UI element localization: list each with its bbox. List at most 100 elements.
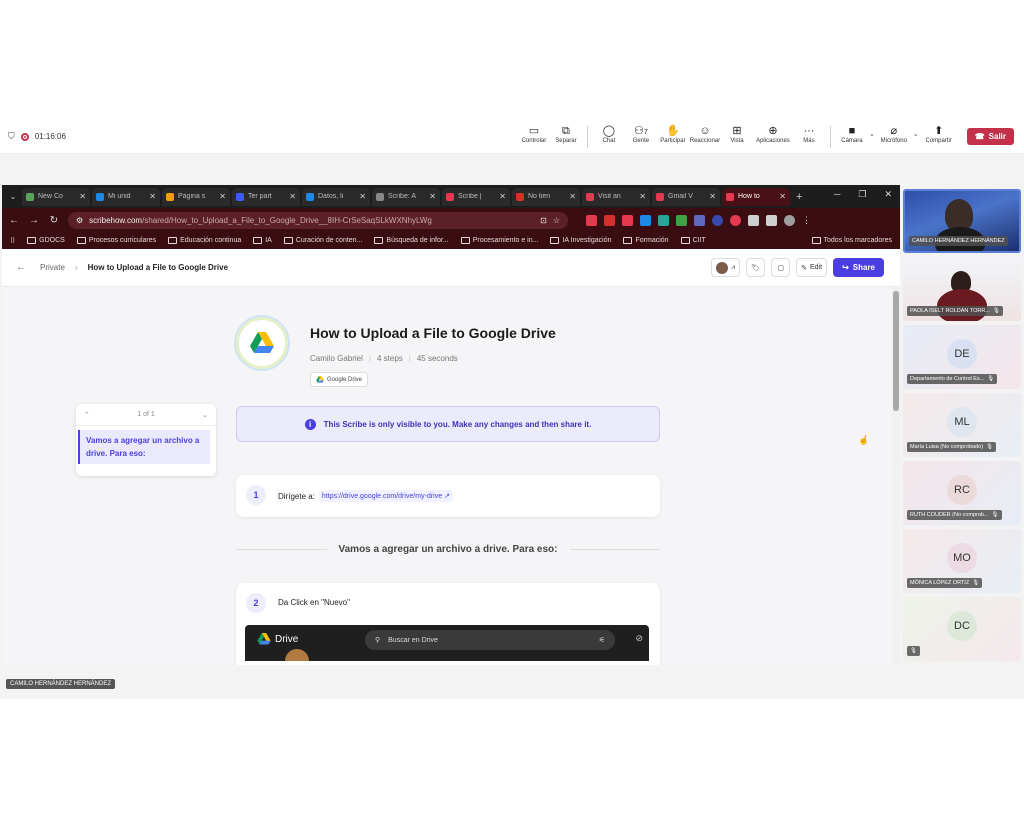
page-scrollbar[interactable]	[892, 287, 900, 665]
forward-arrow-icon[interactable]: →	[28, 215, 40, 226]
share-screen-button[interactable]: ⬆ Compartir	[921, 124, 957, 144]
browser-tab[interactable]: Página s ✕	[162, 187, 230, 206]
site-info-icon[interactable]: ⚙	[76, 216, 83, 225]
raise-hand-button[interactable]: ✋ Participar	[658, 124, 688, 144]
extension-icon[interactable]	[586, 214, 597, 226]
apps-grid-icon[interactable]: ⠿	[10, 237, 15, 245]
bookmark-item[interactable]: Curación de conten...	[283, 237, 362, 244]
browser-tab[interactable]: Visit an ✕	[582, 187, 650, 206]
close-tab-icon[interactable]: ✕	[569, 192, 576, 201]
menu-dots-icon[interactable]: ⋮	[802, 215, 811, 226]
extension-icon[interactable]	[712, 214, 723, 226]
reload-icon[interactable]: ↻	[48, 215, 60, 226]
step-number: 2	[246, 593, 266, 613]
recording-icon	[20, 132, 29, 141]
minimize-icon[interactable]: ─	[834, 189, 840, 200]
bookmark-item[interactable]: Educación continua	[168, 237, 241, 244]
breadcrumb-private[interactable]: Private	[40, 263, 65, 272]
step-link[interactable]: https://drive.google.com/drive/my-drive …	[318, 490, 453, 502]
bookmark-item[interactable]: Formación	[623, 237, 669, 244]
extension-icon[interactable]	[604, 214, 615, 226]
collaborators-button[interactable]: ⩘	[711, 258, 741, 277]
apps-button[interactable]: ⊕ Aplicaciones	[754, 124, 792, 144]
close-tab-icon[interactable]: ✕	[779, 192, 786, 201]
close-tab-icon[interactable]: ✕	[429, 192, 436, 201]
camera-options-chevron-icon[interactable]: ⌄	[869, 130, 875, 138]
back-arrow-icon[interactable]: ←	[16, 262, 26, 273]
scrollbar-thumb[interactable]	[893, 291, 899, 411]
participant-tile[interactable]: RC RUTH COUDER (No comprob... 🎙	[903, 461, 1021, 525]
bookmark-item[interactable]: Búsqueda de infor...	[374, 237, 449, 244]
extension-icon[interactable]	[730, 214, 741, 226]
participant-tile[interactable]: MO MÓNICA LÓPEZ ORTIZ 🎙	[903, 529, 1021, 593]
puzzle-icon[interactable]	[748, 214, 759, 226]
mic-options-chevron-icon[interactable]: ⌄	[913, 130, 919, 138]
extension-icon[interactable]	[694, 214, 705, 226]
restore-icon[interactable]: ❐	[858, 189, 866, 200]
browser-tab[interactable]: Scribe: A ✕	[372, 187, 440, 206]
step-number: 1	[246, 485, 266, 505]
chat-button[interactable]: ◯ Chat	[594, 124, 624, 144]
bookmark-item[interactable]: IA	[253, 237, 272, 244]
bookmark-button[interactable]: 🏷	[746, 258, 766, 277]
translate-icon[interactable]: ⊡	[540, 216, 547, 225]
bookmark-item[interactable]: Procesamiento e in...	[460, 237, 538, 244]
browser-tab[interactable]: Datos, li ✕	[302, 187, 370, 206]
bookmark-item[interactable]: GDOCS	[27, 237, 65, 244]
browser-tab[interactable]: Gmail V ✕	[652, 187, 720, 206]
people-button[interactable]: ⚇7 Gente	[626, 124, 656, 144]
tag-chip[interactable]: Google Drive	[310, 372, 369, 387]
url-field[interactable]: ⚙ scribehow.com/shared/How_to_Upload_a_F…	[68, 211, 568, 229]
tab-search-chevron-icon[interactable]: ⌄	[6, 192, 20, 201]
close-window-icon[interactable]: ✕	[884, 189, 892, 200]
chevron-up-icon[interactable]: ⌃	[84, 411, 90, 419]
extension-icon[interactable]	[658, 214, 669, 226]
browser-tab[interactable]: Ter part ✕	[232, 187, 300, 206]
close-tab-icon[interactable]: ✕	[219, 192, 226, 201]
browser-tab[interactable]: Mi unid ✕	[92, 187, 160, 206]
extension-icon[interactable]	[640, 214, 651, 226]
view-button[interactable]: ⊞ Vista	[722, 124, 752, 144]
bookmark-star-icon[interactable]: ☆	[553, 216, 560, 225]
participant-tile[interactable]: ML María Luisa (No comprobado) 🎙	[903, 393, 1021, 457]
browser-tab[interactable]: No tien ✕	[512, 187, 580, 206]
share-button[interactable]: ↪ Share	[833, 258, 884, 277]
new-tab-button[interactable]: +	[796, 191, 802, 203]
participant-tile[interactable]: CAMILO HERNÁNDEZ HERNÁNDEZ	[903, 189, 1021, 253]
bookmark-item[interactable]: CIIT	[680, 237, 706, 244]
close-tab-icon[interactable]: ✕	[149, 192, 156, 201]
camera-off-icon: ■	[848, 125, 856, 137]
browser-tab[interactable]: New Co ✕	[22, 187, 90, 206]
back-arrow-icon[interactable]: ←	[8, 215, 20, 226]
control-button[interactable]: ▭ Controlar	[519, 124, 549, 144]
participant-tile[interactable]: PAOLA ISELT ROLDÁN TORR... 🎙	[903, 257, 1021, 321]
close-tab-icon[interactable]: ✕	[499, 192, 506, 201]
participant-tile[interactable]: DC 🎙	[903, 597, 1021, 661]
extension-icon[interactable]	[622, 214, 633, 226]
extension-icon[interactable]	[676, 214, 687, 226]
participant-tile[interactable]: DE Departamento de Control Es... 🎙	[903, 325, 1021, 389]
popout-button[interactable]: ⧉ Separar	[551, 124, 581, 144]
chevron-down-icon[interactable]: ⌄	[202, 411, 208, 419]
react-button[interactable]: ☺ Reaccionar	[690, 124, 720, 144]
all-bookmarks-button[interactable]: Todos los marcadores	[811, 237, 892, 244]
divider	[236, 549, 327, 550]
close-tab-icon[interactable]: ✕	[289, 192, 296, 201]
comment-button[interactable]: ▢	[771, 258, 791, 277]
leave-button[interactable]: ☎ Salir	[966, 128, 1014, 145]
edit-button[interactable]: ✎ Edit	[796, 258, 828, 277]
toc-item[interactable]: Vamos a agregar un archivo a drive. Para…	[78, 430, 210, 464]
close-tab-icon[interactable]: ✕	[79, 192, 86, 201]
sidebar-icon[interactable]	[766, 214, 777, 226]
camera-button[interactable]: ■ Cámara	[837, 124, 867, 144]
close-tab-icon[interactable]: ✕	[709, 192, 716, 201]
mic-button[interactable]: ⌀ Micrófono	[877, 124, 911, 144]
close-tab-icon[interactable]: ✕	[639, 192, 646, 201]
browser-tab[interactable]: How to ✕	[722, 187, 790, 206]
bookmark-item[interactable]: Procesos curriculares	[76, 237, 156, 244]
profile-avatar-icon[interactable]	[784, 214, 795, 226]
close-tab-icon[interactable]: ✕	[359, 192, 366, 201]
browser-tab[interactable]: Scribe | ✕	[442, 187, 510, 206]
more-button[interactable]: ··· Más	[794, 124, 824, 144]
bookmark-item[interactable]: IA Investigación	[550, 237, 611, 244]
